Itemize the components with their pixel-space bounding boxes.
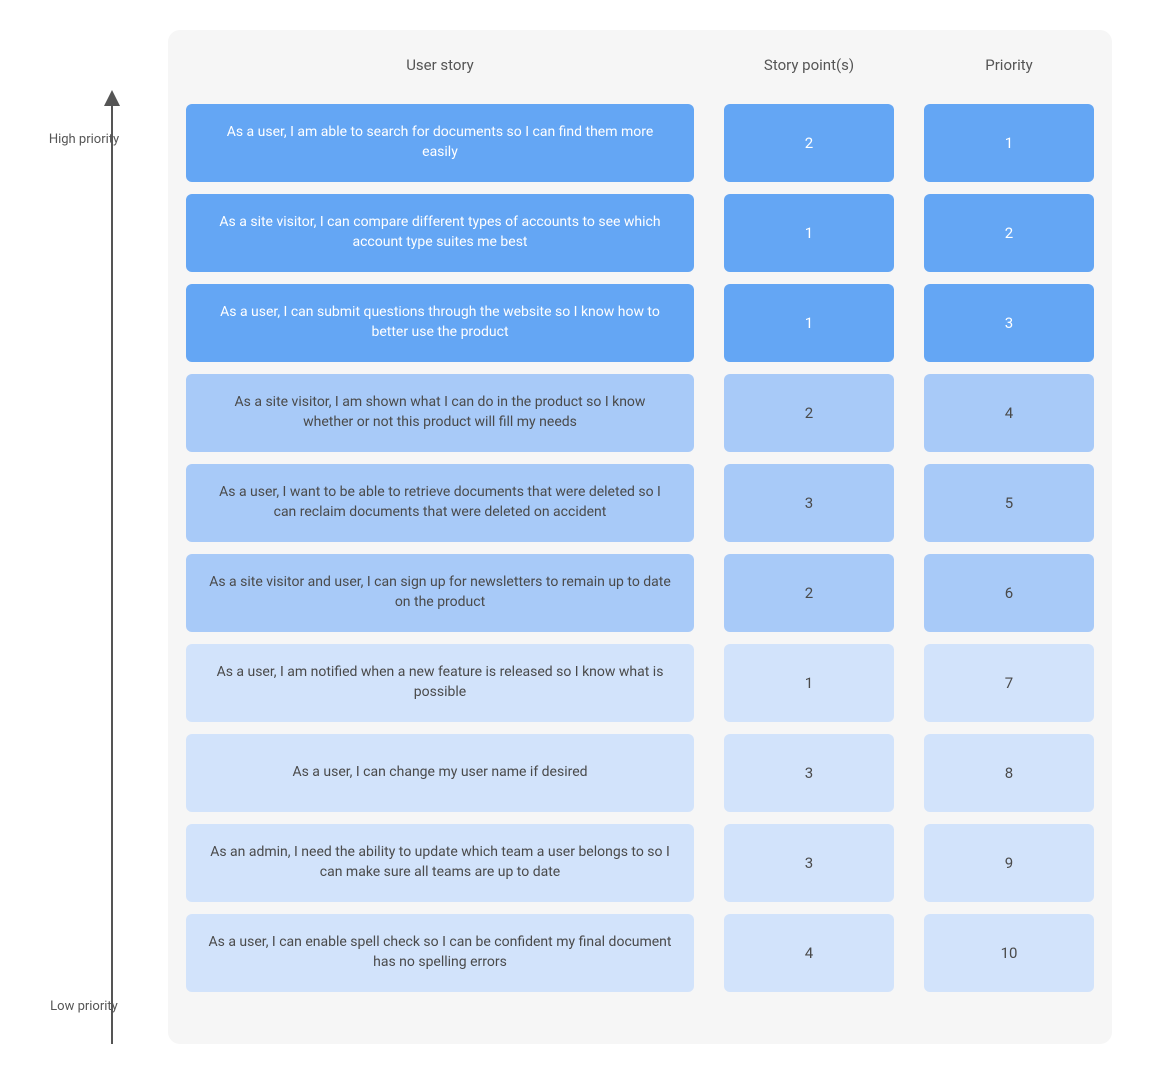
priority-cell: 8 xyxy=(924,734,1094,812)
backlog-row[interactable]: As a site visitor, I am shown what I can… xyxy=(186,374,1094,452)
priority-arrow-icon xyxy=(104,90,120,1044)
backlog-row[interactable]: As a user, I can submit questions throug… xyxy=(186,284,1094,362)
story-points-cell: 1 xyxy=(724,644,894,722)
backlog-row[interactable]: As a user, I am able to search for docum… xyxy=(186,104,1094,182)
priority-cell: 5 xyxy=(924,464,1094,542)
user-story-cell: As a user, I am notified when a new feat… xyxy=(186,644,694,722)
backlog-rows: As a user, I am able to search for docum… xyxy=(186,104,1094,1026)
priority-cell: 7 xyxy=(924,644,1094,722)
story-points-cell: 2 xyxy=(724,104,894,182)
backlog-row[interactable]: As a site visitor and user, I can sign u… xyxy=(186,554,1094,632)
backlog-panel: User story Story point(s) Priority As a … xyxy=(168,30,1112,1044)
user-story-cell: As a user, I want to be able to retrieve… xyxy=(186,464,694,542)
user-story-cell: As a user, I can enable spell check so I… xyxy=(186,914,694,992)
priority-cell: 3 xyxy=(924,284,1094,362)
priority-cell: 1 xyxy=(924,104,1094,182)
story-points-cell: 2 xyxy=(724,374,894,452)
story-points-cell: 3 xyxy=(724,824,894,902)
backlog-row[interactable]: As an admin, I need the ability to updat… xyxy=(186,824,1094,902)
user-story-cell: As an admin, I need the ability to updat… xyxy=(186,824,694,902)
priority-cell: 2 xyxy=(924,194,1094,272)
story-points-cell: 1 xyxy=(724,194,894,272)
backlog-row[interactable]: As a user, I can change my user name if … xyxy=(186,734,1094,812)
user-story-cell: As a site visitor, I can compare differe… xyxy=(186,194,694,272)
header-story-points: Story point(s) xyxy=(724,56,894,74)
priority-cell: 9 xyxy=(924,824,1094,902)
backlog-row[interactable]: As a user, I can enable spell check so I… xyxy=(186,914,1094,992)
priority-cell: 10 xyxy=(924,914,1094,992)
user-story-cell: As a user, I am able to search for docum… xyxy=(186,104,694,182)
priority-axis: High priority Low priority xyxy=(0,80,168,1044)
backlog-row[interactable]: As a user, I am notified when a new feat… xyxy=(186,644,1094,722)
story-points-cell: 4 xyxy=(724,914,894,992)
header-priority: Priority xyxy=(924,56,1094,74)
priority-cell: 4 xyxy=(924,374,1094,452)
backlog-row[interactable]: As a site visitor, I can compare differe… xyxy=(186,194,1094,272)
story-points-cell: 3 xyxy=(724,734,894,812)
priority-cell: 6 xyxy=(924,554,1094,632)
user-story-cell: As a user, I can change my user name if … xyxy=(186,734,694,812)
column-headers: User story Story point(s) Priority xyxy=(186,48,1094,104)
story-points-cell: 2 xyxy=(724,554,894,632)
user-story-cell: As a site visitor and user, I can sign u… xyxy=(186,554,694,632)
backlog-row[interactable]: As a user, I want to be able to retrieve… xyxy=(186,464,1094,542)
header-user-story: User story xyxy=(186,56,694,74)
user-story-cell: As a site visitor, I am shown what I can… xyxy=(186,374,694,452)
user-story-cell: As a user, I can submit questions throug… xyxy=(186,284,694,362)
story-points-cell: 1 xyxy=(724,284,894,362)
story-points-cell: 3 xyxy=(724,464,894,542)
backlog-diagram: High priority Low priority User story St… xyxy=(0,0,1164,1074)
